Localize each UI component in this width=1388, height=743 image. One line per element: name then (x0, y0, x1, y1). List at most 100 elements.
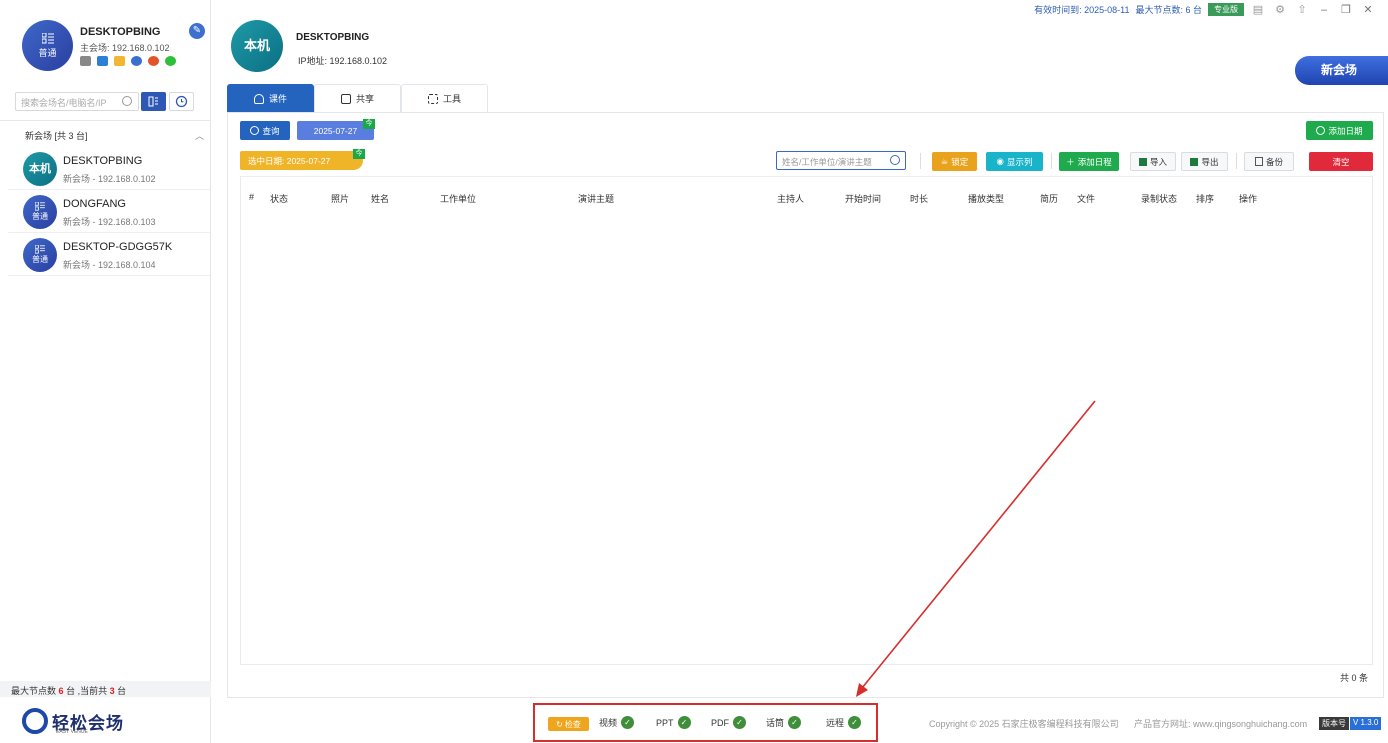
close-icon[interactable]: ✕ (1360, 3, 1376, 16)
today-tag: 今 (363, 119, 375, 129)
eye-icon: ◉ (996, 156, 1004, 166)
divider (920, 153, 921, 169)
add-schedule-button[interactable]: ＋ 添加日程 (1059, 152, 1119, 171)
avatar: 普通 (23, 238, 57, 272)
backup-button[interactable]: 备份 (1244, 152, 1294, 171)
tab-courseware[interactable]: 课件 (227, 84, 314, 112)
device-search-input[interactable]: 搜索会场名/电脑名/IP (15, 92, 139, 111)
column-header[interactable]: 时长 (910, 192, 928, 205)
courseware-icon (253, 93, 264, 104)
check-ok-icon: ✓ (677, 716, 691, 729)
device-item[interactable]: 本机 DESKTOPBING 新会场 - 192.168.0.102 (8, 147, 210, 190)
column-header[interactable]: 录制状态 (1141, 192, 1177, 205)
chevron-up-icon[interactable]: ︿ (195, 129, 204, 142)
globe-icon[interactable] (131, 56, 142, 66)
check-button[interactable]: ↻ 检查 (548, 717, 589, 731)
gear-icon[interactable]: ⚙ (1272, 3, 1288, 16)
device-ip: 新会场 - 192.168.0.102 (63, 174, 156, 184)
clear-button[interactable]: 清空 (1309, 152, 1373, 171)
column-header[interactable]: # (249, 192, 254, 202)
restore-icon[interactable]: ❐ (1338, 3, 1354, 16)
export-button[interactable]: 导出 (1181, 152, 1228, 171)
plus-icon: ＋ (1066, 156, 1075, 167)
group-title[interactable]: 新会场 [共 3 台] (25, 129, 88, 142)
max-nodes-text: 最大节点数: 6 台 (1135, 5, 1202, 15)
sidebar: 普通 DESKTOPBING 主会场: 192.168.0.102 ✎ 搜索会场… (0, 0, 211, 743)
divider (1236, 153, 1237, 169)
host-status-icons (80, 56, 176, 66)
edit-icon[interactable]: ✎ (189, 23, 205, 39)
column-header[interactable]: 演讲主题 (578, 192, 614, 205)
total-count: 共 0 条 (1340, 673, 1369, 683)
wechat-icon[interactable] (165, 56, 176, 66)
check-ok-icon: ✓ (788, 716, 802, 729)
column-header[interactable]: 状态 (270, 192, 288, 205)
check-item-microphone: 话筒 ✓ (766, 716, 802, 729)
grid-icon (41, 33, 54, 44)
selected-date-label: 选中日期: 2025-07-27 今 (240, 149, 365, 170)
check-ok-icon: ✓ (848, 716, 862, 729)
device-name: DONGFANG (63, 198, 126, 210)
apps-icon (427, 93, 438, 104)
logo-icon (22, 708, 48, 734)
device-ip: 新会场 - 192.168.0.103 (63, 217, 156, 227)
share-folder-icon (340, 93, 351, 104)
column-header[interactable]: 姓名 (371, 192, 389, 205)
schedule-search-input[interactable]: 姓名/工作单位/演讲主题 (776, 151, 906, 170)
device-item[interactable]: 普通 DONGFANG 新会场 - 192.168.0.103 (8, 190, 210, 233)
clock-icon (175, 95, 188, 108)
settings-icon[interactable] (148, 56, 159, 66)
column-header[interactable]: 照片 (331, 192, 349, 205)
search-icon (250, 126, 260, 135)
backup-icon (1254, 157, 1263, 166)
column-header[interactable]: 主持人 (777, 192, 804, 205)
device-ip: 新会场 - 192.168.0.104 (63, 260, 156, 270)
add-date-button[interactable]: 添加日期 (1306, 121, 1373, 140)
divider (1051, 153, 1052, 169)
import-button[interactable]: 导入 (1130, 152, 1176, 171)
history-button[interactable] (169, 92, 194, 111)
check-item-video: 视频 ✓ (599, 716, 635, 729)
excel-icon (1190, 157, 1199, 166)
check-item-remote: 远程 ✓ (826, 716, 862, 729)
column-header[interactable]: 文件 (1077, 192, 1095, 205)
local-device-ip: IP地址: 192.168.0.102 (298, 56, 388, 66)
check-item-pdf: PDF ✓ (711, 716, 746, 729)
monitor-icon[interactable] (97, 56, 108, 66)
column-header[interactable]: 简历 (1040, 192, 1058, 205)
local-device-name: DESKTOPBING (296, 32, 370, 43)
website-link[interactable]: 产品官方网址: www.qingsonghuichang.com (1134, 717, 1307, 730)
column-header[interactable]: 排序 (1196, 192, 1214, 205)
version-value: V 1.3.0 (1350, 717, 1382, 730)
speaker-icon[interactable] (80, 56, 91, 66)
show-columns-button[interactable]: ◉ 显示列 (986, 152, 1043, 171)
divider (0, 120, 211, 121)
courseware-panel: 查询 2025-07-27 今 添加日期 选中日期: 2025-07-27 今 … (227, 112, 1384, 698)
query-button[interactable]: 查询 (240, 121, 290, 140)
version-label: 版本号 (1319, 717, 1349, 730)
tab-share[interactable]: 共享 (314, 84, 401, 112)
new-venue-button[interactable]: 新会场 (1295, 56, 1388, 85)
refresh-icon: ↻ (556, 719, 563, 729)
device-item[interactable]: 普通 DESKTOP-GDGG57K 新会场 - 192.168.0.104 (8, 233, 210, 276)
folder-icon[interactable] (114, 56, 125, 66)
device-check-bar: ↻ 检查 视频 ✓ PPT ✓ PDF ✓ 话筒 ✓ 远程 ✓ (533, 703, 878, 742)
list-icon (148, 96, 158, 107)
column-header[interactable]: 播放类型 (968, 192, 1004, 205)
list-view-button[interactable] (141, 92, 166, 111)
column-header[interactable]: 开始时间 (845, 192, 881, 205)
upgrade-icon[interactable]: ⇧ (1294, 3, 1310, 16)
check-ok-icon: ✓ (733, 716, 746, 729)
tab-tools[interactable]: 工具 (401, 84, 488, 112)
check-ok-icon: ✓ (621, 716, 635, 729)
expiry-text: 有效时间到: 2025-08-11 (1034, 5, 1130, 15)
document-icon[interactable]: ▤ (1250, 3, 1266, 16)
date-chip[interactable]: 2025-07-27 今 (297, 119, 375, 140)
excel-icon (1138, 157, 1147, 166)
column-header[interactable]: 操作 (1239, 192, 1257, 205)
title-bar: 有效时间到: 2025-08-11 最大节点数: 6 台 专业版 ▤ ⚙ ⇧ –… (1034, 3, 1376, 16)
app-logo: 轻松会场 EASY VENUE (22, 708, 124, 735)
minimize-icon[interactable]: – (1316, 4, 1332, 16)
column-header[interactable]: 工作单位 (440, 192, 476, 205)
lock-button[interactable]: ☕ 锁定 (932, 152, 977, 171)
